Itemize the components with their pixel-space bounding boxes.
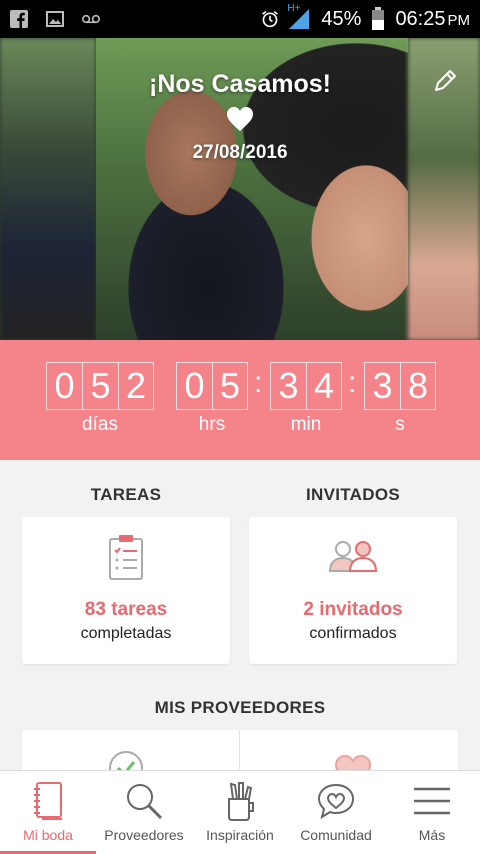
countdown-label-days: días (82, 414, 118, 435)
countdown-digit: 4 (306, 362, 342, 410)
countdown-digit: 5 (212, 362, 248, 410)
tareas-sub: completadas (80, 625, 172, 642)
countdown-colon: : (254, 366, 263, 399)
nav-item-inspiracion[interactable]: Inspiración (192, 771, 288, 854)
network-type: H+ (287, 3, 301, 14)
bottom-nav: Mi boda Proveedores Inspiración Comunida… (0, 770, 480, 854)
battery-icon (369, 7, 387, 30)
clock: 06:25 PM (395, 7, 470, 30)
notebook-icon (34, 782, 62, 820)
invitados-sub: confirmados (309, 625, 397, 642)
nav-item-mas[interactable]: Más (384, 771, 480, 854)
image-icon (46, 10, 64, 28)
nav-label: Inspiración (206, 827, 274, 843)
nav-item-proveedores[interactable]: Proveedores (96, 771, 192, 854)
nav-item-comunidad[interactable]: Comunidad (288, 771, 384, 854)
countdown-digit: 3 (270, 362, 306, 410)
countdown-hours: 0 5 (176, 362, 248, 410)
nav-label: Mi boda (23, 827, 73, 843)
countdown-label-seconds: s (395, 414, 405, 435)
invitados-count: 2 invitados (303, 599, 403, 620)
clipboard-icon (109, 535, 143, 580)
tareas-count: 83 tareas (84, 599, 168, 620)
invitados-title: INVITADOS (305, 485, 400, 504)
search-icon (127, 784, 163, 820)
heart-chat-icon (317, 783, 355, 820)
countdown-minutes: 3 4 (270, 362, 342, 410)
battery-percent: 45% (321, 7, 362, 30)
countdown-days: 0 5 2 (46, 362, 154, 410)
countdown-colon: : (348, 366, 357, 399)
status-bar: H+ 45% 06:25 PM (0, 0, 480, 38)
countdown: 0 5 2 0 5 : 3 4 : 3 8 días hrs min s (0, 340, 480, 460)
countdown-digit: 3 (364, 362, 400, 410)
tareas-card[interactable]: 83 tareas completadas (22, 517, 230, 664)
hero-banner: ¡Nos Casamos! 27/08/2016 (0, 38, 480, 340)
countdown-label-minutes: min (290, 414, 322, 435)
tareas-title: TAREAS (90, 485, 162, 504)
proveedores-title: MIS PROVEEDORES (154, 698, 326, 717)
countdown-digit: 5 (82, 362, 118, 410)
signal-icon: H+ (287, 3, 313, 31)
edit-button[interactable] (430, 66, 460, 96)
countdown-digit: 8 (400, 362, 436, 410)
nav-label: Proveedores (104, 827, 184, 843)
countdown-digit: 2 (118, 362, 154, 410)
nav-label: Más (418, 827, 446, 843)
nav-item-mi-boda[interactable]: Mi boda (0, 771, 96, 854)
wedding-date: 27/08/2016 (192, 142, 288, 163)
countdown-digit: 0 (46, 362, 82, 410)
menu-icon (414, 787, 450, 815)
countdown-digit: 0 (176, 362, 212, 410)
invitados-card[interactable]: 2 invitados confirmados (249, 517, 457, 664)
countdown-seconds: 3 8 (364, 362, 436, 410)
nav-label: Comunidad (300, 827, 372, 843)
countdown-label-hours: hrs (198, 414, 226, 435)
voicemail-icon (82, 10, 100, 28)
hero-title: ¡Nos Casamos! (149, 70, 331, 98)
pencil-icon (435, 70, 456, 91)
guests-icon (328, 541, 378, 572)
heart-icon (227, 107, 253, 131)
facebook-icon (10, 10, 28, 28)
pencil-cup-icon (228, 782, 254, 821)
alarm-icon (261, 10, 279, 28)
